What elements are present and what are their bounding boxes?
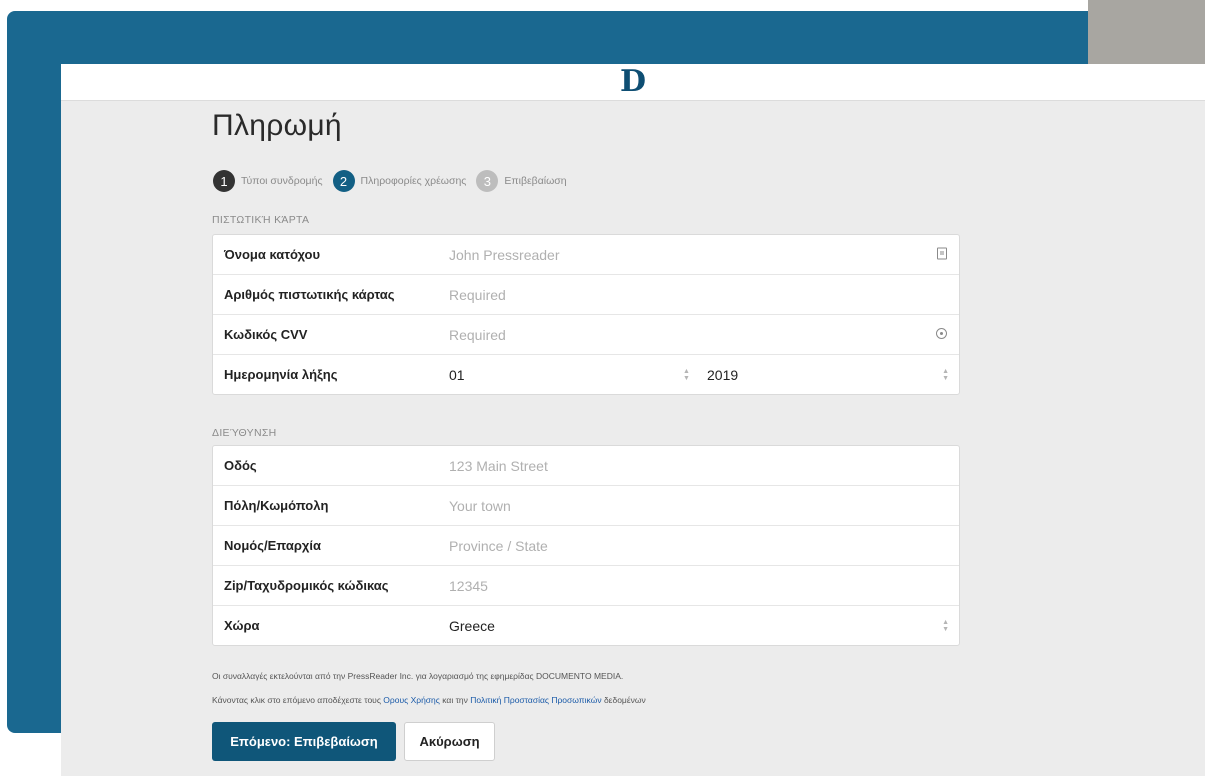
terms-note: Κάνοντας κλικ στο επόμενο αποδέχεστε του… (212, 695, 646, 705)
card-holder-row: Όνομα κατόχου John Pressreader (213, 235, 959, 275)
credit-card-form: Όνομα κατόχου John Pressreader Αριθμός π… (212, 234, 960, 395)
expiry-label: Ημερομηνία λήξης (224, 367, 338, 382)
card-number-label: Αριθμός πιστωτικής κάρτας (224, 287, 395, 302)
next-confirmation-button[interactable]: Επόμενο: Επιβεβαίωση (212, 722, 396, 761)
street-input[interactable]: 123 Main Street (449, 458, 548, 474)
expiry-year-spinner-icon[interactable]: ▲ ▼ (942, 368, 949, 382)
card-holder-input[interactable]: John Pressreader (449, 247, 560, 263)
expiry-year-select[interactable]: 2019 (707, 367, 738, 383)
step-number: 2 (332, 170, 355, 192)
credit-card-heading: ΠΙΣΤΩΤΙΚΉ ΚΆΡΤΑ (212, 214, 310, 226)
progress-steps: 1 Τύποι συνδρομής 2 Πληροφορίες χρέωσης … (213, 169, 577, 193)
terms-prefix: Κάνοντας κλικ στο επόμενο αποδέχεστε του… (212, 695, 381, 705)
country-row: Χώρα Greece ▲ ▼ (213, 606, 959, 645)
terms-middle: και την (442, 695, 468, 705)
contact-card-icon[interactable] (937, 247, 947, 262)
city-label: Πόλη/Κωμόπολη (224, 498, 329, 513)
transaction-note: Οι συναλλαγές εκτελούνται από την PressR… (212, 671, 624, 681)
terms-suffix: δεδομένων (603, 695, 646, 705)
card-number-input[interactable]: Required (449, 287, 506, 303)
country-select[interactable]: Greece (449, 618, 495, 634)
step-billing-info: 2 Πληροφορίες χρέωσης (332, 170, 467, 192)
cancel-button[interactable]: Ακύρωση (404, 722, 495, 761)
background-corner (1088, 0, 1205, 64)
step-number: 1 (213, 170, 235, 192)
address-form: Οδός 123 Main Street Πόλη/Κωμόπολη Your … (212, 445, 960, 646)
card-holder-label: Όνομα κατόχου (224, 247, 321, 262)
page-title: Πληρωμή (212, 109, 342, 142)
terms-of-use-link[interactable]: Ορους Χρήσης (383, 695, 440, 705)
province-row: Νομός/Επαρχία Province / State (213, 526, 959, 566)
step-confirmation: 3 Επιβεβαίωση (476, 170, 567, 192)
address-heading: ΔΙΕΎΘΥΝΣΗ (212, 427, 277, 439)
step-label: Τύποι συνδρομής (241, 175, 323, 187)
expiry-month-select[interactable]: 01 (449, 367, 465, 383)
city-row: Πόλη/Κωμόπολη Your town (213, 486, 959, 526)
cvv-help-icon[interactable] (936, 327, 947, 342)
zip-label: Zip/Ταχυδρομικός κώδικας (224, 578, 389, 593)
expiry-month-spinner-icon[interactable]: ▲ ▼ (683, 368, 690, 382)
step-number: 3 (476, 170, 499, 192)
payment-panel: D Πληρωμή 1 Τύποι συνδρομής 2 Πληροφορίε… (61, 64, 1205, 776)
street-label: Οδός (224, 458, 257, 473)
cvv-label: Κωδικός CVV (224, 327, 308, 342)
expiry-row: Ημερομηνία λήξης 01 ▲ ▼ 2019 ▲ ▼ (213, 355, 959, 394)
province-input[interactable]: Province / State (449, 538, 548, 554)
city-input[interactable]: Your town (449, 498, 511, 514)
top-bar: D (61, 64, 1205, 101)
step-label: Πληροφορίες χρέωσης (360, 175, 467, 187)
street-row: Οδός 123 Main Street (213, 446, 959, 486)
step-label: Επιβεβαίωση (504, 175, 567, 187)
cvv-row: Κωδικός CVV Required (213, 315, 959, 355)
province-label: Νομός/Επαρχία (224, 538, 321, 553)
brand-logo[interactable]: D (620, 66, 646, 98)
zip-input[interactable]: 12345 (449, 578, 488, 594)
cvv-input[interactable]: Required (449, 327, 506, 343)
zip-row: Zip/Ταχυδρομικός κώδικας 12345 (213, 566, 959, 606)
card-number-row: Αριθμός πιστωτικής κάρτας Required (213, 275, 959, 315)
country-spinner-icon[interactable]: ▲ ▼ (942, 619, 949, 633)
country-label: Χώρα (224, 618, 260, 633)
privacy-policy-link[interactable]: Πολιτική Προστασίας Προσωπικών (470, 695, 601, 705)
step-subscription-type[interactable]: 1 Τύποι συνδρομής (213, 170, 323, 192)
